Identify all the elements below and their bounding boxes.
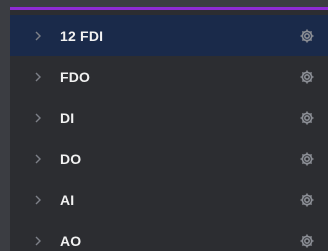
gear-icon[interactable] [299, 28, 315, 44]
chevron-right-icon[interactable] [34, 195, 42, 205]
tree-item-label: FDO [60, 68, 91, 85]
gear-icon[interactable] [299, 151, 315, 167]
tree-item-label: 12 FDI [60, 27, 104, 44]
tree-item-ao[interactable]: AO [10, 220, 328, 251]
tree-item-fdo[interactable]: FDO [10, 56, 328, 97]
chevron-right-icon[interactable] [34, 31, 42, 41]
tree-item-di[interactable]: DI [10, 97, 328, 138]
chevron-right-icon[interactable] [34, 236, 42, 246]
gear-icon[interactable] [299, 233, 315, 249]
gear-icon[interactable] [299, 192, 315, 208]
chevron-right-icon[interactable] [34, 154, 42, 164]
tree-item-12-fdi[interactable]: 12 FDI [10, 15, 328, 56]
tree-item-label: DO [60, 150, 82, 167]
gear-icon[interactable] [299, 69, 315, 85]
tree-item-ai[interactable]: AI [10, 179, 328, 220]
chevron-right-icon[interactable] [34, 72, 42, 82]
gear-icon[interactable] [299, 110, 315, 126]
tree-item-label: DI [60, 109, 75, 126]
device-tree-panel: 12 FDI FDO DI DO AI AO [10, 7, 328, 251]
tree-item-label: AI [60, 191, 75, 208]
chevron-right-icon[interactable] [34, 113, 42, 123]
tree-item-do[interactable]: DO [10, 138, 328, 179]
tree-item-label: AO [60, 232, 82, 249]
